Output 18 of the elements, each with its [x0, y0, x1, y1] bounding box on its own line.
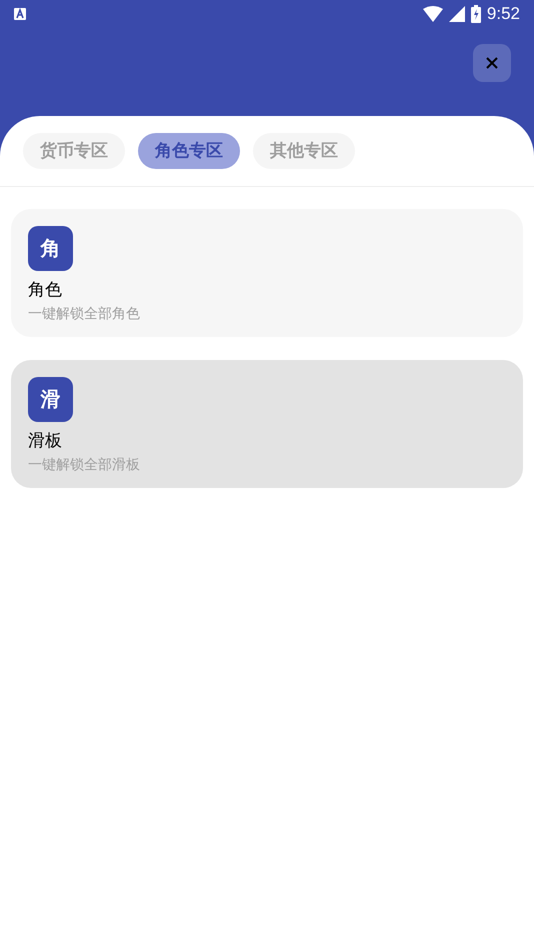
tab[interactable]: 其他专区 [253, 133, 355, 169]
card-subtitle: 一键解锁全部角色 [28, 304, 141, 322]
signal-icon [448, 6, 465, 22]
feature-card[interactable]: 滑 滑板 一键解锁全部滑板 [11, 360, 523, 488]
wifi-icon [422, 6, 443, 22]
close-icon [486, 57, 498, 69]
feature-card[interactable]: 角 角色 一键解锁全部角色 [11, 209, 523, 337]
battery-icon [470, 5, 481, 23]
card-subtitle: 一键解锁全部滑板 [28, 455, 141, 473]
card-title: 角色 [28, 279, 63, 301]
tab[interactable]: 角色专区 [138, 133, 240, 169]
letter-icon: 滑 [28, 377, 73, 422]
card-title: 滑板 [28, 430, 63, 452]
close-button[interactable] [473, 44, 511, 82]
notification-icon [14, 8, 26, 20]
status-time: 9:52 [486, 3, 520, 26]
tab[interactable]: 货币专区 [23, 133, 125, 169]
letter-icon: 角 [28, 226, 73, 271]
